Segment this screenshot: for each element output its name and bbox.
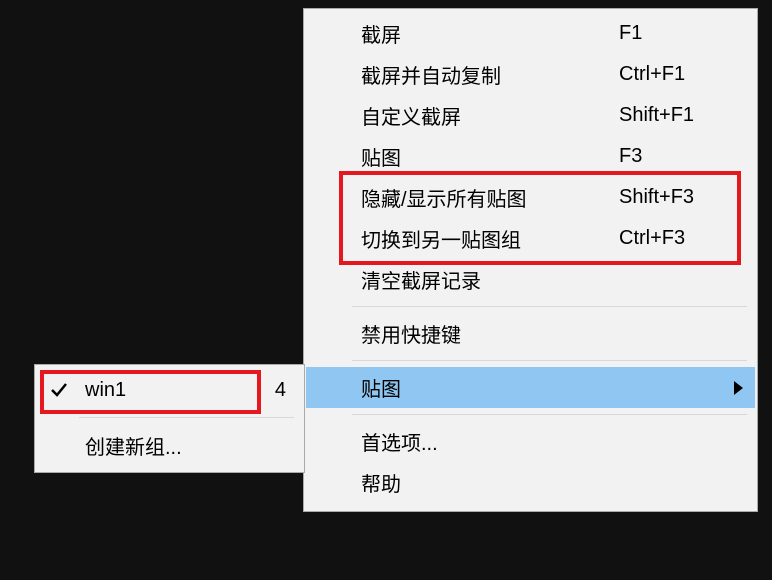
menu-item-shortcut: F1 <box>619 22 739 45</box>
context-menu-main: 截屏 F1 截屏并自动复制 Ctrl+F1 自定义截屏 Shift+F1 贴图 … <box>303 8 758 512</box>
submenu-item-new-group[interactable]: 创建新组... <box>37 424 302 466</box>
menu-item-shortcut: Shift+F1 <box>619 104 739 127</box>
menu-item-label: 自定义截屏 <box>361 101 619 130</box>
menu-item-clear-history[interactable]: 清空截屏记录 <box>306 259 755 300</box>
submenu-item-count: 4 <box>246 379 286 402</box>
menu-item-shortcut: Ctrl+F1 <box>619 63 739 86</box>
menu-item-label: 首选项... <box>361 427 619 456</box>
menu-separator <box>352 360 747 361</box>
menu-item-label: 截屏 <box>361 19 619 48</box>
check-icon <box>49 380 69 400</box>
menu-item-label: 禁用快捷键 <box>361 319 619 348</box>
menu-item-help[interactable]: 帮助 <box>306 462 755 503</box>
menu-item-pin-groups[interactable]: 贴图 <box>306 367 755 408</box>
menu-item-preferences[interactable]: 首选项... <box>306 421 755 462</box>
menu-item-label: 帮助 <box>361 468 619 497</box>
menu-item-toggle-all-pins[interactable]: 隐藏/显示所有贴图 Shift+F3 <box>306 177 755 218</box>
menu-item-label: 截屏并自动复制 <box>361 60 619 89</box>
menu-item-label: 隐藏/显示所有贴图 <box>361 183 619 212</box>
menu-separator <box>352 414 747 415</box>
menu-item-shortcut: F3 <box>619 145 739 168</box>
menu-item-label: 贴图 <box>361 142 619 171</box>
menu-separator <box>79 417 294 418</box>
submenu-item-label: 创建新组... <box>85 431 246 460</box>
menu-item-label: 贴图 <box>361 373 739 402</box>
menu-item-disable-hotkeys[interactable]: 禁用快捷键 <box>306 313 755 354</box>
menu-item-shortcut: Shift+F3 <box>619 186 739 209</box>
submenu-item-group[interactable]: win1 4 <box>37 369 302 411</box>
menu-item-shortcut: Ctrl+F3 <box>619 227 739 250</box>
menu-item-screenshot-copy[interactable]: 截屏并自动复制 Ctrl+F1 <box>306 54 755 95</box>
menu-item-screenshot[interactable]: 截屏 F1 <box>306 13 755 54</box>
context-menu-sub: win1 4 创建新组... <box>34 364 305 473</box>
submenu-item-label: win1 <box>85 379 246 402</box>
menu-item-switch-pin-group[interactable]: 切换到另一贴图组 Ctrl+F3 <box>306 218 755 259</box>
menu-separator <box>352 306 747 307</box>
menu-item-pin[interactable]: 贴图 F3 <box>306 136 755 177</box>
menu-item-custom-screenshot[interactable]: 自定义截屏 Shift+F1 <box>306 95 755 136</box>
menu-item-label: 清空截屏记录 <box>361 265 619 294</box>
submenu-arrow-icon <box>734 381 743 395</box>
menu-item-label: 切换到另一贴图组 <box>361 224 619 253</box>
